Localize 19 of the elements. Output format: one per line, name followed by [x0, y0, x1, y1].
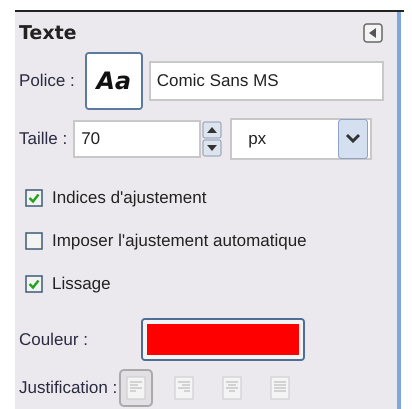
- color-button[interactable]: [140, 318, 305, 361]
- font-label: Police :: [19, 71, 75, 91]
- panel-title: Texte: [19, 22, 77, 44]
- font-name-field[interactable]: Comic Sans MS: [148, 61, 384, 101]
- spinner-icon[interactable]: [202, 121, 222, 157]
- checkbox[interactable]: [25, 275, 43, 293]
- checkbox-label[interactable]: Lissage: [52, 274, 111, 294]
- collapse-icon[interactable]: [363, 23, 383, 43]
- checkbox[interactable]: [25, 189, 43, 207]
- font-picker-button[interactable]: Aa: [84, 52, 143, 110]
- checkbox-label[interactable]: Indices d'ajustement: [52, 188, 206, 208]
- caret-icon[interactable]: [338, 119, 368, 159]
- justification-label: Justification :: [19, 378, 118, 398]
- checkbox[interactable]: [25, 232, 43, 250]
- color-label: Couleur :: [19, 330, 88, 350]
- unit-dropdown[interactable]: px: [230, 118, 372, 160]
- size-label: Taille :: [19, 129, 68, 149]
- size-field[interactable]: 70: [73, 120, 202, 158]
- checkbox-label[interactable]: Imposer l'ajustement automatique: [52, 231, 307, 251]
